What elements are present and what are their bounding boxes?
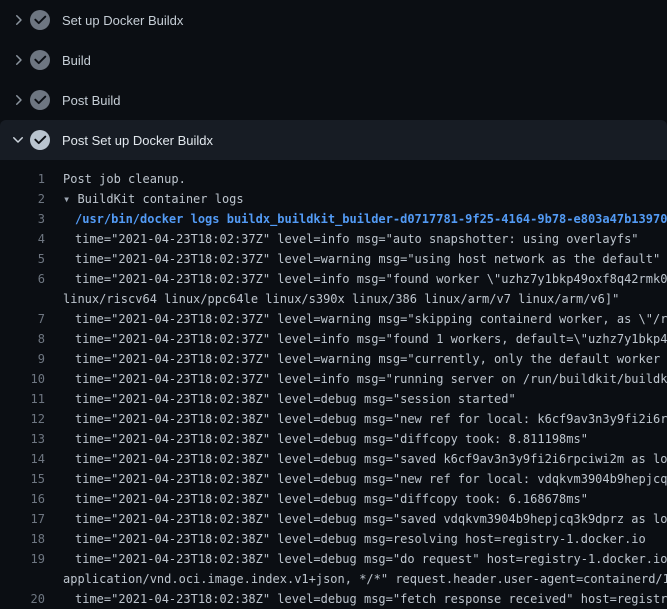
line-number[interactable]: 19 xyxy=(0,549,45,569)
log-line: 11 time="2021-04-23T18:02:38Z" level=deb… xyxy=(0,389,667,409)
line-number[interactable]: 13 xyxy=(0,429,45,449)
line-text: linux/riscv64 linux/ppc64le linux/s390x … xyxy=(63,289,619,309)
check-circle-icon xyxy=(30,10,50,30)
log-line: 20 time="2021-04-23T18:02:38Z" level=deb… xyxy=(0,589,667,609)
log-line: 12 time="2021-04-23T18:02:38Z" level=deb… xyxy=(0,409,667,429)
log-lines: 1 Post job cleanup. 2 ▾ BuildKit contain… xyxy=(0,169,667,609)
line-number[interactable]: 5 xyxy=(0,249,45,269)
line-text: time="2021-04-23T18:02:38Z" level=debug … xyxy=(63,529,646,549)
log-line: 9 time="2021-04-23T18:02:37Z" level=warn… xyxy=(0,349,667,369)
step-label: Post Build xyxy=(62,93,121,108)
line-text: time="2021-04-23T18:02:37Z" level=info m… xyxy=(63,369,667,389)
line-text: time="2021-04-23T18:02:38Z" level=debug … xyxy=(63,469,667,489)
log-line: 7 time="2021-04-23T18:02:37Z" level=warn… xyxy=(0,309,667,329)
check-circle-icon xyxy=(30,130,50,150)
log-line: 8 time="2021-04-23T18:02:37Z" level=info… xyxy=(0,329,667,349)
line-text: time="2021-04-23T18:02:37Z" level=info m… xyxy=(63,329,667,349)
line-number[interactable]: 17 xyxy=(0,509,45,529)
step-item-post-set-up-docker-buildx[interactable]: Post Set up Docker Buildx xyxy=(0,120,667,160)
log-line: 3 /usr/bin/docker logs buildx_buildkit_b… xyxy=(0,209,667,229)
step-label: Build xyxy=(62,53,91,68)
line-text: time="2021-04-23T18:02:38Z" level=debug … xyxy=(63,589,667,609)
log-viewer: 1 Post job cleanup. 2 ▾ BuildKit contain… xyxy=(0,160,667,609)
line-number[interactable] xyxy=(0,569,45,589)
line-number[interactable]: 2 xyxy=(0,189,45,209)
log-line: linux/riscv64 linux/ppc64le linux/s390x … xyxy=(0,289,667,309)
log-line: 4 time="2021-04-23T18:02:37Z" level=info… xyxy=(0,229,667,249)
line-text: Post job cleanup. xyxy=(63,169,186,189)
step-label: Set up Docker Buildx xyxy=(62,13,183,28)
line-number[interactable]: 3 xyxy=(0,209,45,229)
line-text: time="2021-04-23T18:02:37Z" level=info m… xyxy=(63,269,667,289)
line-number[interactable]: 10 xyxy=(0,369,45,389)
step-label: Post Set up Docker Buildx xyxy=(62,133,213,148)
line-text: time="2021-04-23T18:02:38Z" level=debug … xyxy=(63,409,667,429)
log-line: 18 time="2021-04-23T18:02:38Z" level=deb… xyxy=(0,529,667,549)
chevron-right-icon xyxy=(10,52,26,68)
line-number[interactable]: 20 xyxy=(0,589,45,609)
line-text: time="2021-04-23T18:02:38Z" level=debug … xyxy=(63,549,667,569)
line-text: time="2021-04-23T18:02:37Z" level=info m… xyxy=(63,229,639,249)
line-text: time="2021-04-23T18:02:37Z" level=warnin… xyxy=(63,349,667,369)
step-item-post-build[interactable]: Post Build xyxy=(0,80,667,120)
steps-list: Set up Docker Buildx Build Post Build Po… xyxy=(0,0,667,160)
line-number[interactable] xyxy=(0,289,45,309)
log-line: 2 ▾ BuildKit container logs xyxy=(0,189,667,209)
line-text: /usr/bin/docker logs buildx_buildkit_bui… xyxy=(63,209,667,229)
line-text: application/vnd.oci.image.index.v1+json,… xyxy=(63,569,667,589)
line-number[interactable]: 15 xyxy=(0,469,45,489)
group-toggle-icon[interactable]: ▾ xyxy=(63,192,77,206)
line-number[interactable]: 14 xyxy=(0,449,45,469)
log-line: 10 time="2021-04-23T18:02:37Z" level=inf… xyxy=(0,369,667,389)
check-circle-icon xyxy=(30,90,50,110)
log-line: 13 time="2021-04-23T18:02:38Z" level=deb… xyxy=(0,429,667,449)
line-number[interactable]: 1 xyxy=(0,169,45,189)
line-number[interactable]: 7 xyxy=(0,309,45,329)
line-number[interactable]: 11 xyxy=(0,389,45,409)
log-line: 6 time="2021-04-23T18:02:37Z" level=info… xyxy=(0,269,667,289)
chevron-right-icon xyxy=(10,92,26,108)
log-line: 19 time="2021-04-23T18:02:38Z" level=deb… xyxy=(0,549,667,569)
line-number[interactable]: 18 xyxy=(0,529,45,549)
log-line: 5 time="2021-04-23T18:02:37Z" level=warn… xyxy=(0,249,667,269)
line-text: time="2021-04-23T18:02:38Z" level=debug … xyxy=(63,389,516,409)
log-line: 1 Post job cleanup. xyxy=(0,169,667,189)
log-line: 17 time="2021-04-23T18:02:38Z" level=deb… xyxy=(0,509,667,529)
log-line: 15 time="2021-04-23T18:02:38Z" level=deb… xyxy=(0,469,667,489)
line-number[interactable]: 12 xyxy=(0,409,45,429)
line-text: time="2021-04-23T18:02:38Z" level=debug … xyxy=(63,509,667,529)
line-text: ▾ BuildKit container logs xyxy=(63,189,244,209)
log-line: application/vnd.oci.image.index.v1+json,… xyxy=(0,569,667,589)
line-text: time="2021-04-23T18:02:38Z" level=debug … xyxy=(63,489,588,509)
line-number[interactable]: 9 xyxy=(0,349,45,369)
chevron-right-icon xyxy=(10,12,26,28)
line-text: time="2021-04-23T18:02:38Z" level=debug … xyxy=(63,429,588,449)
chevron-down-icon xyxy=(10,132,26,148)
line-text: time="2021-04-23T18:02:37Z" level=warnin… xyxy=(63,309,667,329)
log-line: 16 time="2021-04-23T18:02:38Z" level=deb… xyxy=(0,489,667,509)
line-number[interactable]: 16 xyxy=(0,489,45,509)
line-text: time="2021-04-23T18:02:37Z" level=warnin… xyxy=(63,249,660,269)
line-number[interactable]: 6 xyxy=(0,269,45,289)
line-number[interactable]: 4 xyxy=(0,229,45,249)
line-text: time="2021-04-23T18:02:38Z" level=debug … xyxy=(63,449,667,469)
step-item-set-up-docker-buildx[interactable]: Set up Docker Buildx xyxy=(0,0,667,40)
line-number[interactable]: 8 xyxy=(0,329,45,349)
log-line: 14 time="2021-04-23T18:02:38Z" level=deb… xyxy=(0,449,667,469)
step-item-build[interactable]: Build xyxy=(0,40,667,80)
check-circle-icon xyxy=(30,50,50,70)
